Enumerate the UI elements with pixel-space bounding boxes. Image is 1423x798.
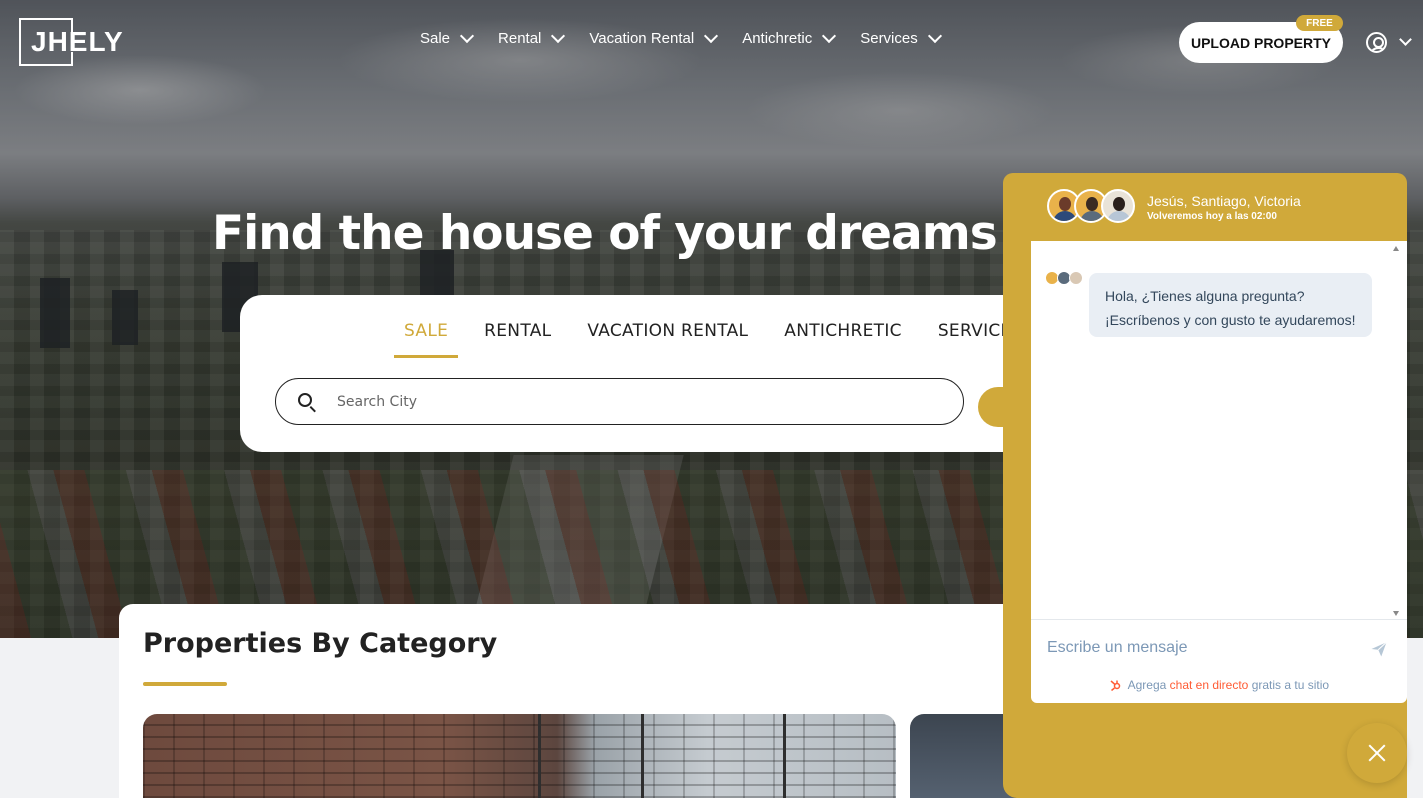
user-account-icon[interactable]	[1366, 32, 1387, 53]
site-logo[interactable]: JHELY	[19, 18, 129, 66]
powered-prefix: Agrega	[1127, 678, 1167, 692]
avatar-head	[1059, 197, 1071, 211]
free-badge: FREE	[1296, 15, 1343, 31]
search-field[interactable]	[275, 378, 964, 425]
nav-label: Sale	[420, 30, 451, 47]
hubspot-icon	[1110, 680, 1121, 691]
chat-header: Jesús, Santiago, Victoria Volveremos hoy…	[1147, 193, 1301, 222]
chat-message-input[interactable]	[1047, 637, 1357, 659]
agent-avatar	[1101, 189, 1135, 223]
nav-label: Vacation Rental	[589, 30, 695, 47]
window-frame	[641, 714, 644, 798]
window-frame	[538, 714, 541, 798]
nav-label: Services	[860, 30, 918, 47]
nav-item-services[interactable]: Services	[860, 28, 942, 47]
divider	[1031, 619, 1407, 620]
chevron-down-icon[interactable]	[1399, 33, 1412, 46]
category-card-image[interactable]	[143, 714, 896, 798]
title-underline	[143, 682, 227, 686]
logo-text: JHELY	[31, 26, 124, 57]
search-city-input[interactable]	[337, 391, 937, 413]
hero-headline: Find the house of your dreams in	[212, 206, 1061, 261]
nav-item-rental[interactable]: Rental	[498, 28, 566, 47]
agent-avatar	[1069, 271, 1083, 285]
site-header: JHELY Sale Rental Vacation Rental Antich…	[0, 0, 1423, 84]
properties-by-category-section: Properties By Category	[119, 604, 1130, 798]
chat-agent-names: Jesús, Santiago, Victoria	[1147, 193, 1301, 209]
tab-sale[interactable]: SALE	[393, 319, 459, 358]
avatar-head	[1086, 197, 1098, 211]
tab-rental[interactable]: RENTAL	[484, 319, 551, 357]
chat-scrollbar[interactable]	[1391, 246, 1402, 616]
nav-label: Antichretic	[742, 30, 813, 47]
chat-close-button[interactable]	[1347, 723, 1407, 783]
window-frame	[783, 714, 786, 798]
chat-message-line: ¡Escríbenos y con gusto te ayudaremos!	[1105, 312, 1356, 328]
send-icon[interactable]	[1370, 640, 1388, 658]
scroll-up-icon[interactable]	[1393, 246, 1399, 251]
section-title: Properties By Category	[143, 628, 498, 659]
chat-message-line: Hola, ¿Tienes alguna pregunta?	[1105, 288, 1305, 304]
tab-vacation-rental[interactable]: VACATION RENTAL	[587, 319, 748, 357]
nav-item-antichretic[interactable]: Antichretic	[742, 28, 837, 47]
chevron-down-icon	[927, 28, 942, 44]
powered-by: Agrega chat en directo gratis a tu sitio	[1031, 678, 1407, 692]
main-nav: Sale Rental Vacation Rental Antichretic …	[420, 28, 966, 47]
chevron-down-icon	[551, 28, 566, 44]
search-icon	[298, 393, 312, 407]
chevron-down-icon	[822, 28, 837, 44]
tab-antichretic[interactable]: ANTICHRETIC	[784, 319, 902, 357]
powered-suffix: gratis a tu sitio	[1251, 678, 1330, 692]
avatar-head	[1113, 197, 1125, 211]
search-tabs: SALE RENTAL VACATION RENTAL ANTICHRETIC …	[393, 319, 1059, 358]
nav-item-sale[interactable]: Sale	[420, 28, 475, 47]
scroll-down-icon[interactable]	[1393, 611, 1399, 616]
powered-link[interactable]: chat en directo	[1170, 678, 1249, 692]
nav-label: Rental	[498, 30, 542, 47]
nav-item-vacation-rental[interactable]: Vacation Rental	[589, 28, 719, 47]
chat-availability: Volveremos hoy a las 02:00	[1147, 211, 1277, 222]
chat-message-bubble: Hola, ¿Tienes alguna pregunta? ¡Escríben…	[1089, 273, 1372, 337]
chevron-down-icon	[704, 28, 719, 44]
chevron-down-icon	[459, 28, 475, 44]
